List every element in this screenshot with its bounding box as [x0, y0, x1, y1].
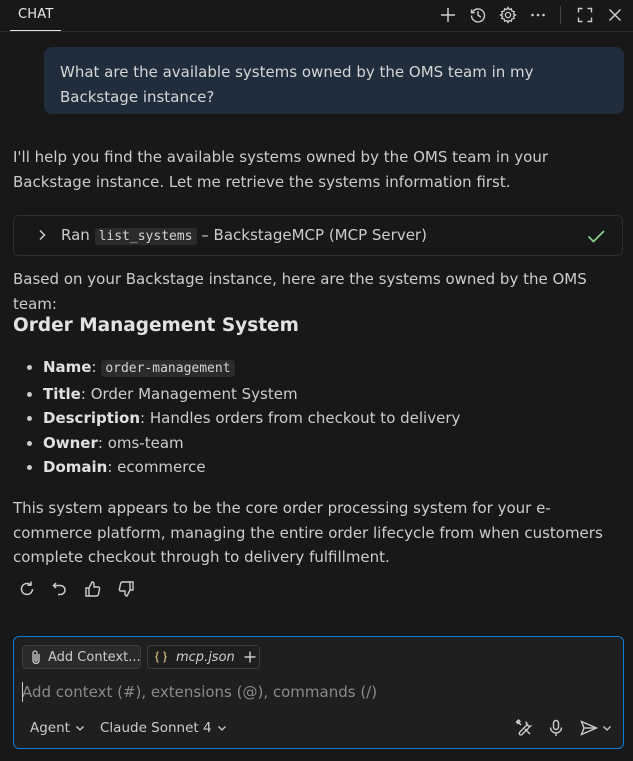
field-key: Domain [43, 458, 108, 476]
new-chat-button[interactable] [436, 3, 460, 27]
close-button[interactable] [603, 3, 627, 27]
field-value: ecommerce [117, 458, 206, 476]
tools-button[interactable] [513, 717, 535, 739]
tools-icon [514, 718, 534, 738]
send-icon [579, 718, 599, 738]
toolbar-divider [560, 6, 561, 24]
field-key: Name [43, 358, 92, 376]
voice-input-button[interactable] [545, 717, 567, 739]
response-summary: Based on your Backstage instance, here a… [13, 270, 587, 313]
tool-call-server: – BackstageMCP (MCP Server) [201, 226, 427, 244]
field-value: Handles orders from checkout to delivery [149, 409, 461, 427]
more-actions-button[interactable] [526, 3, 550, 27]
user-message: What are the available systems owned by … [44, 47, 624, 114]
add-context-button[interactable]: Add Context... [22, 645, 141, 669]
refresh-icon [17, 579, 37, 599]
chat-input[interactable] [22, 680, 612, 704]
maximize-button[interactable] [573, 3, 597, 27]
header-toolbar [430, 3, 627, 27]
system-heading: Order Management System [13, 315, 299, 336]
thumbs-up-icon [83, 579, 103, 599]
field-value-code: order-management [101, 360, 235, 377]
list-item: Owner: oms-team [13, 431, 460, 456]
history-icon [469, 6, 487, 24]
model-label: Claude Sonnet 4 [100, 720, 212, 736]
field-key: Owner [43, 433, 98, 452]
chat-header: CHAT [0, 0, 633, 32]
field-value: oms-team [107, 433, 184, 452]
tool-call-prefix: Ran [61, 226, 90, 244]
list-item: Title: Order Management System [13, 382, 460, 407]
context-file-label: mcp.json [176, 649, 235, 665]
response-intro: I'll help you find the available systems… [13, 148, 548, 191]
plus-icon [439, 6, 457, 24]
chevron-down-icon [602, 723, 612, 733]
gear-icon [499, 6, 517, 24]
retry-button[interactable] [16, 578, 38, 600]
input-actions [503, 717, 613, 739]
field-value: Order Management System [90, 384, 298, 403]
mode-dropdown[interactable]: Agent [30, 717, 85, 739]
mode-label: Agent [30, 720, 70, 736]
tool-call-summary[interactable]: Ran list_systems – BackstageMCP (MCP Ser… [13, 215, 623, 256]
tab-chat[interactable]: CHAT [10, 0, 62, 31]
add-context-label: Add Context... [48, 649, 141, 665]
json-file-icon [154, 650, 168, 664]
send-button[interactable] [577, 717, 613, 739]
field-key: Description [43, 409, 141, 427]
tool-call-text: Ran list_systems – BackstageMCP (MCP Ser… [61, 216, 427, 256]
chevron-down-icon [212, 723, 227, 733]
close-icon [606, 6, 624, 24]
response-closing: This system appears to be the core order… [13, 499, 603, 566]
response-actions [16, 578, 148, 600]
plus-icon[interactable] [243, 650, 257, 664]
check-icon [586, 226, 606, 246]
chat-input-box: Add Context... mcp.json Agent Claude Son… [13, 636, 624, 749]
paperclip-icon [29, 649, 43, 665]
system-details-list: Name: order-management Title: Order Mana… [13, 355, 460, 480]
text-caret [22, 682, 23, 702]
thumbs-down-button[interactable] [115, 578, 137, 600]
microphone-icon [546, 718, 566, 738]
list-item: Name: order-management [13, 355, 460, 382]
undo-icon [50, 579, 70, 599]
input-toolbar: Agent Claude Sonnet 4 [14, 717, 623, 741]
maximize-icon [576, 6, 594, 24]
field-key: Title [43, 384, 81, 403]
settings-button[interactable] [496, 3, 520, 27]
chevron-down-icon [70, 723, 85, 733]
model-dropdown[interactable]: Claude Sonnet 4 [100, 717, 227, 739]
chevron-right-icon [35, 228, 49, 242]
thumbs-down-icon [116, 579, 136, 599]
thumbs-up-button[interactable] [82, 578, 104, 600]
undo-button[interactable] [49, 578, 71, 600]
list-item: Domain: ecommerce [13, 455, 460, 480]
list-item: Description: Handles orders from checkou… [13, 406, 460, 431]
tool-name: list_systems [94, 228, 197, 245]
more-icon [529, 6, 547, 24]
history-button[interactable] [466, 3, 490, 27]
context-file-chip[interactable]: mcp.json [147, 645, 260, 669]
